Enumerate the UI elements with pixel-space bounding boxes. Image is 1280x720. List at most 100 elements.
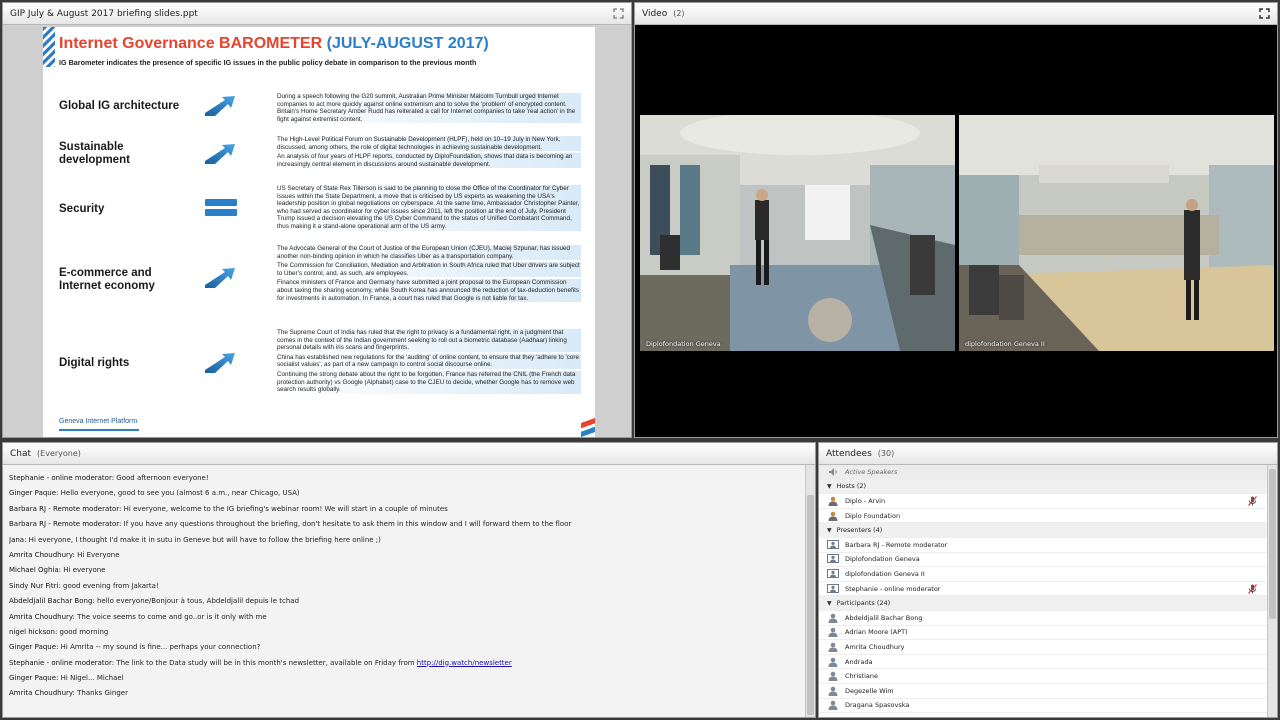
slide: Internet Governance BAROMETER (JULY-AUGU… — [43, 27, 595, 437]
chat-sender: Amrita Choudhury: — [9, 550, 75, 559]
fullscreen-icon[interactable] — [613, 8, 624, 19]
attendee-scrollbar[interactable] — [1267, 465, 1277, 717]
share-pod: GIP July & August 2017 briefing slides.p… — [2, 2, 632, 438]
participant-icon — [828, 657, 838, 667]
attendee-row[interactable]: Degezelle Wim — [819, 684, 1267, 699]
camera-feed-1[interactable]: Diplofondation Geneva — [640, 115, 955, 351]
attendee-count: (30) — [877, 449, 895, 458]
chat-sender: nigel hickson: — [9, 627, 58, 636]
chat-scope[interactable]: (Everyone) — [37, 449, 81, 458]
attendee-row[interactable]: Diplo - Arvin — [819, 494, 1267, 509]
microphone-icon — [1248, 496, 1257, 506]
attendee-group-label: Participants (24) — [836, 599, 891, 608]
host-icon — [828, 511, 838, 521]
share-pod-title: GIP July & August 2017 briefing slides.p… — [10, 8, 198, 19]
chat-link[interactable]: http://dig.watch/newsletter — [417, 659, 512, 667]
topic-description: During a speech following the G20 summit… — [277, 93, 581, 125]
topic-label: Global IG architecture — [59, 100, 180, 112]
slide-footer-logo: Geneva Internet Platform — [59, 418, 138, 425]
microphone-icon — [1248, 583, 1257, 594]
chat-message: Barbara RJ - Remote moderator: If you ha… — [9, 517, 797, 532]
chat-sender: Ginger Paque: — [9, 643, 59, 652]
chat-message: Jana: Hi everyone, I thought I'd make it… — [9, 533, 797, 548]
camera-feed-2[interactable]: diplofondation Geneva II — [959, 115, 1274, 351]
chat-scrollbar[interactable] — [805, 465, 815, 717]
expand-triangle-icon[interactable]: ▼ — [827, 483, 832, 490]
chat-message-list[interactable]: Stephanie - online moderator: Good after… — [3, 465, 803, 717]
expand-triangle-icon[interactable]: ▼ — [827, 527, 832, 534]
attendee-group-participants[interactable]: ▼ Participants (24) — [819, 596, 1267, 611]
attendee-row[interactable]: Andrada — [819, 655, 1267, 670]
video-pod: Video (2) Diplofondation Geneva diplofon… — [634, 2, 1278, 438]
chat-message: Amrita Choudhury: Hi Everyone — [9, 548, 797, 563]
attendee-name: Diplo Foundation — [845, 511, 901, 520]
topic-paragraph: The Supreme Court of India has ruled tha… — [277, 329, 581, 352]
chat-text: Hi everyone, welcome to the IG briefing'… — [121, 504, 448, 513]
chat-text: Hello everyone, good to see you (almost … — [58, 489, 300, 498]
attendee-name: Stephanie - online moderator — [845, 584, 941, 593]
expand-triangle-icon[interactable]: ▼ — [827, 600, 832, 607]
chat-sender: Abdeldjalil Bachar Bong: — [9, 597, 95, 606]
slide-title: Internet Governance BAROMETER (JULY-AUGU… — [59, 35, 489, 52]
topic-description: The Supreme Court of India has ruled tha… — [277, 329, 581, 396]
chat-message: Michael Oghia: Hi everyone — [9, 563, 797, 578]
attendees-pod-title: Attendees — [826, 448, 872, 459]
chat-text: Hi everyone, I thought I'd make it in su… — [26, 535, 381, 544]
chat-text: good morning — [57, 627, 109, 636]
chat-text: Good afternoon everyone! — [114, 474, 209, 482]
slide-subtitle: IG Barometer indicates the presence of s… — [59, 58, 477, 67]
trend-up-arrow-icon — [205, 96, 235, 116]
chat-text: Hi Everyone — [74, 550, 120, 559]
chat-sender: Ginger Paque: — [9, 489, 59, 498]
attendee-list[interactable]: Active Speakers ▼ Hosts (2) Diplo - Arvin Di… — [819, 465, 1267, 717]
presenter-icon — [827, 539, 839, 549]
chat-message: Stephanie - online moderator: The link t… — [9, 656, 797, 671]
camera-image-1 — [640, 115, 955, 351]
topic-paragraph: An analysis of four years of HLPF report… — [277, 153, 581, 169]
chat-text: Hi everyone — [61, 566, 106, 575]
attendee-scrollbar-thumb[interactable] — [1269, 469, 1276, 619]
attendee-name: Amrita Choudhury — [845, 642, 905, 651]
attendees-pod-header: Attendees (30) — [819, 443, 1277, 465]
topic-label: E-commerce and Internet economy — [59, 267, 155, 292]
chat-text: Hi Nigel... Michael — [58, 674, 124, 683]
attendee-row[interactable]: Amrita Choudhury — [819, 640, 1267, 655]
chat-sender: Barbara RJ - Remote moderator: — [9, 520, 122, 529]
attendee-name: Diplofondation Geneva — [845, 555, 920, 564]
chat-text: hello everyone/Bonjour à tous, Abdeldjal… — [94, 597, 300, 606]
attendee-group-hosts[interactable]: ▼ Hosts (2) — [819, 479, 1267, 495]
participant-icon — [828, 700, 838, 711]
attendee-name: Andrada — [845, 657, 873, 666]
topic-paragraph: US Secretary of State Rex Tillerson is s… — [277, 185, 581, 231]
attendee-row[interactable]: Adrian Moore (APT) — [819, 626, 1267, 641]
topic-description: The High-Level Political Forum on Sustai… — [277, 136, 581, 170]
participant-icon — [828, 613, 838, 623]
video-area: Diplofondation Geneva diplofondation Gen… — [635, 25, 1277, 437]
attendee-row[interactable]: Barbara RJ - Remote moderator — [819, 538, 1267, 553]
speaker-icon — [829, 467, 837, 476]
participant-icon — [828, 686, 838, 696]
attendee-row[interactable]: Stephanie - online moderator — [819, 582, 1267, 597]
attendee-row[interactable]: Abdeldjalil Bachar Bong — [819, 611, 1267, 626]
topic-paragraph: The High-Level Political Forum on Sustai… — [277, 136, 581, 152]
attendees-pod: Attendees (30) Active Speakers ▼ Hosts (2)… — [818, 442, 1278, 718]
fullscreen-icon[interactable] — [1259, 8, 1270, 19]
chat-sender: Barbara RJ - Remote moderator: — [9, 504, 122, 513]
chat-scrollbar-thumb[interactable] — [807, 495, 814, 715]
attendee-name: diplofondation Geneva II — [845, 569, 925, 578]
attendee-row[interactable]: Diplo Foundation — [819, 509, 1267, 524]
participant-icon — [828, 642, 838, 652]
topic-description: The Advocate General of the Court of Jus… — [277, 245, 581, 304]
chat-message: Barbara RJ - Remote moderator: Hi everyo… — [9, 502, 797, 517]
chat-message: nigel hickson: good morning — [9, 625, 797, 640]
attendee-row[interactable]: diplofondation Geneva II — [819, 567, 1267, 582]
video-pod-title: Video — [642, 8, 668, 19]
topic-label: Sustainable development — [59, 141, 130, 166]
attendee-group-presenters[interactable]: ▼ Presenters (4) — [819, 523, 1267, 538]
attendee-row[interactable]: Dragana Spasovska — [819, 699, 1267, 714]
slide-decoration — [43, 27, 55, 67]
topic-paragraph: Continuing the strong debate about the r… — [277, 370, 581, 394]
trend-up-arrow-icon — [205, 144, 235, 164]
attendee-row[interactable]: Diplofondation Geneva — [819, 553, 1267, 568]
attendee-row[interactable]: Christiane — [819, 669, 1267, 684]
